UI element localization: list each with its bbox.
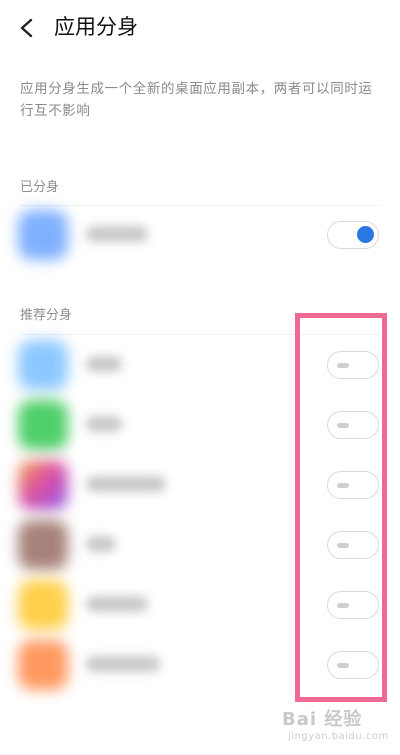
app-icon bbox=[18, 640, 68, 690]
section-label-recommended: 推荐分身 bbox=[20, 308, 73, 323]
app-name-blurred bbox=[86, 416, 122, 432]
toggle-knob bbox=[357, 226, 374, 243]
app-name-blurred bbox=[86, 356, 122, 372]
app-icon bbox=[18, 580, 68, 630]
watermark: Bai 经验 bbox=[282, 709, 363, 730]
app-name-blurred bbox=[86, 536, 116, 552]
app-icon bbox=[18, 210, 68, 260]
page-title: 应用分身 bbox=[54, 15, 138, 39]
back-button[interactable] bbox=[14, 12, 42, 44]
app-name-blurred bbox=[86, 476, 166, 492]
app-icon bbox=[18, 460, 68, 510]
app-icon bbox=[18, 400, 68, 450]
section-label-cloned: 已分身 bbox=[20, 180, 60, 195]
watermark-url: jingyan.baidu.com bbox=[288, 731, 389, 742]
app-name-blurred bbox=[86, 596, 148, 612]
app-icon bbox=[18, 520, 68, 570]
app-name-blurred bbox=[86, 226, 148, 242]
header: 应用分身 bbox=[0, 0, 400, 56]
app-icon bbox=[18, 340, 68, 390]
description-text: 应用分身生成一个全新的桌面应用副本，两者可以同时运行互不影响 bbox=[20, 81, 373, 119]
chevron-left-icon bbox=[20, 18, 33, 38]
highlight-box bbox=[295, 313, 387, 702]
clone-toggle[interactable] bbox=[327, 221, 379, 249]
app-name-blurred bbox=[86, 656, 160, 672]
list-item bbox=[0, 206, 400, 266]
